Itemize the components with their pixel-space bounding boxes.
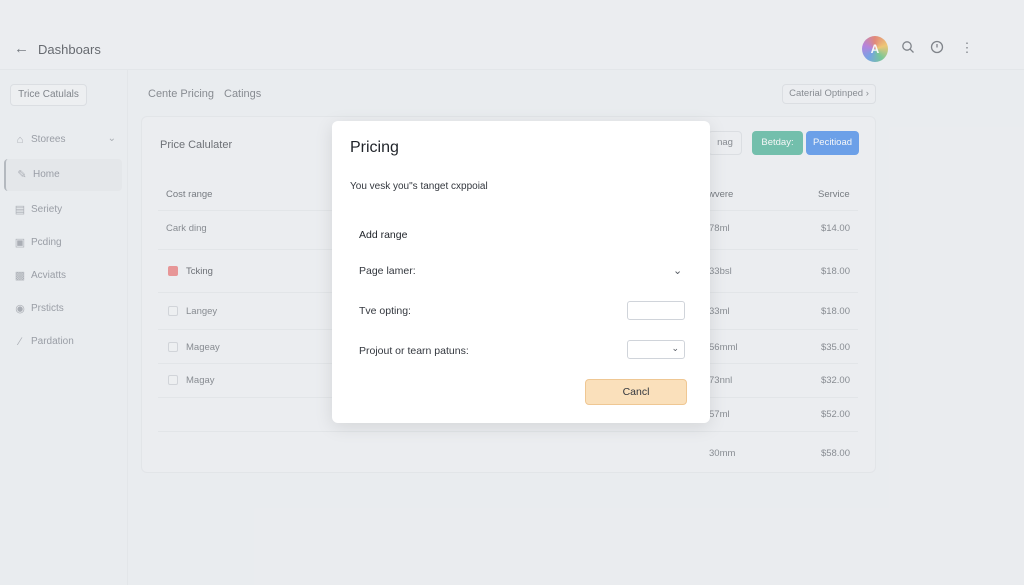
modal-title: Pricing (350, 139, 399, 156)
projout-select[interactable]: ⌄ (627, 340, 685, 359)
projout-label: Projout or tearn patuns: (359, 345, 469, 357)
tve-opting-label: Tve opting: (359, 305, 411, 317)
modal-description: You vesk you"s tanget cxppoial (350, 181, 488, 192)
chevron-down-icon[interactable]: ⌄ (673, 264, 682, 277)
pricing-modal: Pricing You vesk you"s tanget cxppoial A… (332, 121, 710, 423)
tve-opting-input[interactable] (627, 301, 685, 320)
cancel-button[interactable]: Cancl (585, 379, 687, 405)
page-lamer-label: Page lamer: (359, 265, 416, 277)
chevron-down-icon: ⌄ (671, 343, 679, 353)
section-title: Add range (359, 229, 408, 241)
